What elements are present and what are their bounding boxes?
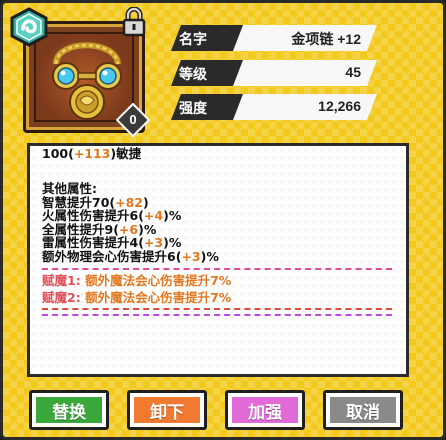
enhance-button-face: 加强: [232, 397, 298, 423]
lock-icon[interactable]: [121, 7, 147, 37]
stat-value: 金项链 +12: [291, 31, 361, 47]
enhance-button[interactable]: 加强: [225, 390, 305, 430]
attribute-line: 智慧提升70(+82): [42, 194, 149, 210]
stat-row-strength: 12,266 强度: [171, 94, 377, 120]
attribute-suffix: %: [168, 208, 182, 223]
attribute-line: 火属性伤害提升6(+4)%: [42, 208, 182, 223]
stat-value: 12,266: [318, 98, 361, 114]
stat-row-level: 45 等级: [171, 60, 377, 86]
stat-row-name: 金项链 +12 名字: [171, 25, 377, 51]
attribute-line: 雷属性伤害提升4(+3)%: [42, 235, 182, 250]
replace-button-face: 替换: [36, 397, 102, 423]
stat-label: 强度: [179, 101, 207, 117]
enchant-line: 赋魔2: 额外魔法会心伤害提升7%: [42, 289, 402, 305]
enchant-label: 赋魔2:: [42, 289, 81, 305]
enchant-line: 赋魔1: 额外魔法会心伤害提升7%: [42, 274, 402, 288]
cancel-button-face: 取消: [330, 397, 396, 423]
attribute-line: 额外物理会心伤害提升6(+3)%: [42, 248, 219, 264]
attribute-bonus: +3: [181, 248, 201, 264]
stat-value: 45: [345, 64, 361, 80]
unequip-button[interactable]: 卸下: [127, 390, 207, 430]
attribute-suffix: )敏捷: [110, 146, 142, 161]
replace-button[interactable]: 替换: [29, 390, 109, 430]
level-badge: 0: [116, 103, 150, 137]
attribute-suffix: %: [206, 248, 219, 264]
attribute-text: 额外物理会心伤害提升6: [42, 248, 176, 264]
primary-attribute-line: 100(+113)敏捷: [42, 147, 402, 161]
attribute-bonus: +113: [73, 146, 111, 161]
enchant-text: 额外魔法会心伤害提升7%: [85, 273, 232, 288]
stat-value-background: 12,266: [231, 94, 377, 120]
stat-label-background: 名字: [171, 25, 243, 51]
ring-type-icon: [10, 7, 48, 47]
cancel-button[interactable]: 取消: [323, 390, 403, 430]
enchant-text: 额外魔法会心伤害提升7%: [85, 289, 232, 305]
divider: [42, 314, 392, 316]
stat-value-background: 45: [231, 60, 377, 86]
item-description: 100(+113)敏捷 其他属性: 智慧提升70(+82) 火属性伤害提升6(+…: [42, 147, 402, 316]
item-description-box[interactable]: 100(+113)敏捷 其他属性: 智慧提升70(+82) 火属性伤害提升6(+…: [27, 143, 409, 377]
stat-label: 名字: [179, 32, 207, 48]
stat-label: 等级: [179, 67, 207, 83]
divider: [42, 308, 392, 310]
unequip-button-face: 卸下: [134, 397, 200, 423]
stat-label-background: 等级: [171, 60, 243, 86]
stat-value-background: 金项链 +12: [231, 25, 377, 51]
other-attributes-header: 其他属性:: [42, 181, 97, 196]
divider: [42, 268, 392, 270]
item-detail-panel: 0 金项链 +12 名字 45 等级 12,266 强度 100(+113)敏捷: [0, 0, 446, 440]
level-value: 0: [129, 112, 137, 127]
attribute-base: 100(: [42, 146, 74, 161]
enchant-label: 赋魔1:: [42, 273, 81, 288]
stat-label-background: 强度: [171, 94, 243, 120]
attribute-line: 全属性提升9(+6)%: [42, 221, 157, 237]
